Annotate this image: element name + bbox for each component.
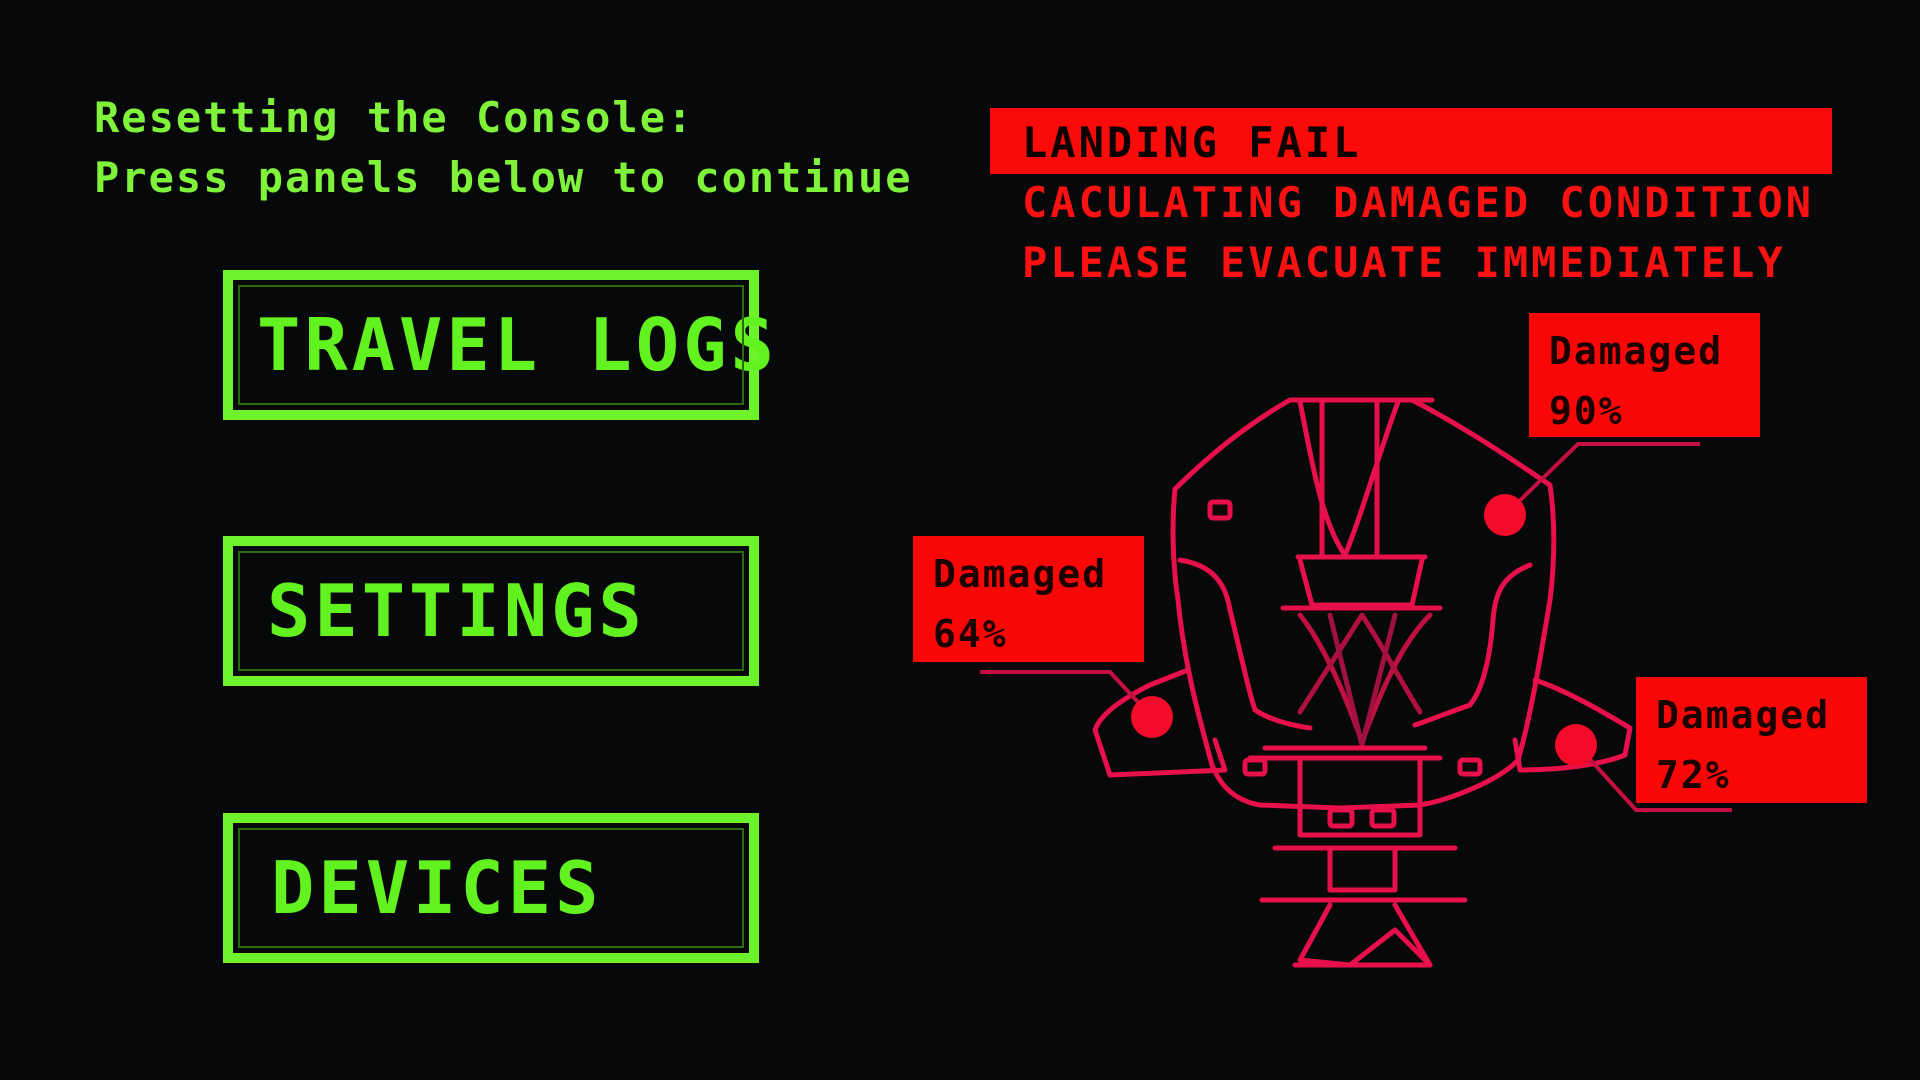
leader-64	[980, 670, 1152, 717]
central-column	[1297, 399, 1401, 558]
damage-report-72: Damaged 72%	[1636, 677, 1867, 803]
damage-report-90: Damaged 90%	[1529, 313, 1760, 437]
damage-report-value: 90%	[1549, 389, 1624, 433]
damage-marker-64	[1131, 696, 1173, 738]
damage-marker-72	[1555, 724, 1597, 766]
damage-report-value: 64%	[933, 612, 1008, 656]
damage-report-value: 72%	[1656, 753, 1731, 797]
damage-report-label: Damaged	[933, 552, 1108, 596]
leader-90	[1503, 442, 1700, 517]
damage-report-label: Damaged	[1549, 329, 1724, 373]
damage-report-64: Damaged 64%	[913, 536, 1144, 662]
damage-marker-90	[1484, 494, 1526, 536]
damage-report-label: Damaged	[1656, 693, 1831, 737]
